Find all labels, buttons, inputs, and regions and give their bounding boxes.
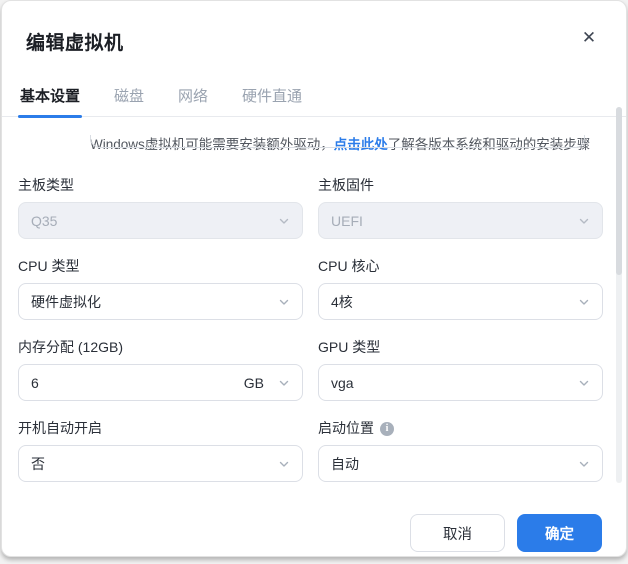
auto-start-select[interactable]: 否 bbox=[18, 445, 303, 482]
chevron-down-icon bbox=[578, 458, 590, 470]
gpu-type-label: GPU 类型 bbox=[318, 339, 381, 355]
dialog-header: 编辑虚拟机 ✕ bbox=[2, 1, 626, 55]
motherboard-type-value: Q35 bbox=[31, 212, 58, 229]
dialog-title: 编辑虚拟机 bbox=[26, 33, 124, 54]
tab-hardware-passthrough[interactable]: 硬件直通 bbox=[240, 79, 304, 116]
boot-location-select[interactable]: 自动 bbox=[318, 445, 603, 482]
boot-location-label-text: 启动位置 bbox=[318, 420, 374, 436]
cancel-button[interactable]: 取消 bbox=[410, 514, 505, 552]
chevron-down-icon[interactable] bbox=[278, 377, 290, 389]
motherboard-firmware-value: UEFI bbox=[331, 212, 363, 229]
memory-label: 内存分配 (12GB) bbox=[18, 339, 124, 355]
edit-vm-dialog: 编辑虚拟机 ✕ 基本设置 磁盘 网络 硬件直通 Windows虚拟机可能需要安装… bbox=[1, 0, 627, 557]
field-auto-start: 开机自动开启 否 bbox=[18, 419, 303, 482]
chevron-down-icon bbox=[578, 215, 590, 227]
field-motherboard-type: 主板类型 Q35 bbox=[18, 176, 303, 239]
motherboard-firmware-select: UEFI bbox=[318, 202, 603, 239]
tab-bar: 基本设置 磁盘 网络 硬件直通 bbox=[2, 79, 626, 118]
cpu-cores-value: 4核 bbox=[331, 293, 353, 310]
field-cpu-cores: CPU 核心 4核 bbox=[318, 257, 603, 320]
field-memory: 内存分配 (12GB) GB bbox=[18, 338, 303, 401]
form-scroll-area: Windows虚拟机可能需要安装额外驱动，点击此处了解各版本系统和驱动的安装步骤… bbox=[2, 135, 626, 500]
chevron-down-icon bbox=[578, 296, 590, 308]
field-motherboard-firmware: 主板固件 UEFI bbox=[318, 176, 603, 239]
cpu-cores-label: CPU 核心 bbox=[318, 258, 380, 274]
auto-start-label: 开机自动开启 bbox=[18, 420, 102, 436]
cpu-cores-select[interactable]: 4核 bbox=[318, 283, 603, 320]
gpu-type-value: vga bbox=[331, 374, 354, 391]
field-boot-location: 启动位置 i 自动 bbox=[318, 419, 603, 482]
boot-location-value: 自动 bbox=[331, 455, 359, 472]
chevron-down-icon bbox=[278, 215, 290, 227]
form-grid: 主板类型 Q35 主板固件 UEFI CPU 类型 硬件虚拟化 CPU 核心 4… bbox=[18, 176, 603, 500]
motherboard-type-select: Q35 bbox=[18, 202, 303, 239]
memory-control: GB bbox=[18, 364, 303, 401]
chevron-down-icon bbox=[578, 377, 590, 389]
field-cpu-type: CPU 类型 硬件虚拟化 bbox=[18, 257, 303, 320]
close-icon[interactable]: ✕ bbox=[578, 27, 600, 49]
confirm-button[interactable]: 确定 bbox=[517, 514, 602, 552]
cpu-type-value: 硬件虚拟化 bbox=[31, 293, 101, 310]
scrollbar-thumb[interactable] bbox=[616, 107, 622, 275]
scrollbar[interactable] bbox=[616, 107, 622, 483]
tab-disk[interactable]: 磁盘 bbox=[112, 79, 146, 116]
gpu-type-select[interactable]: vga bbox=[318, 364, 603, 401]
tab-basic-settings[interactable]: 基本设置 bbox=[18, 79, 83, 118]
dialog-footer: 取消 确定 bbox=[2, 500, 626, 552]
cpu-type-select[interactable]: 硬件虚拟化 bbox=[18, 283, 303, 320]
motherboard-type-label: 主板类型 bbox=[18, 177, 74, 193]
auto-start-value: 否 bbox=[31, 455, 45, 472]
info-icon[interactable]: i bbox=[380, 421, 394, 436]
partially-scrolled-box bbox=[90, 135, 585, 148]
tab-network[interactable]: 网络 bbox=[176, 79, 210, 116]
field-gpu-type: GPU 类型 vga bbox=[318, 338, 603, 401]
memory-input[interactable] bbox=[31, 374, 244, 391]
cpu-type-label: CPU 类型 bbox=[18, 258, 80, 274]
motherboard-firmware-label: 主板固件 bbox=[318, 177, 374, 193]
chevron-down-icon bbox=[278, 458, 290, 470]
chevron-down-icon bbox=[278, 296, 290, 308]
boot-location-label: 启动位置 i bbox=[318, 419, 603, 438]
memory-unit[interactable]: GB bbox=[244, 375, 264, 391]
